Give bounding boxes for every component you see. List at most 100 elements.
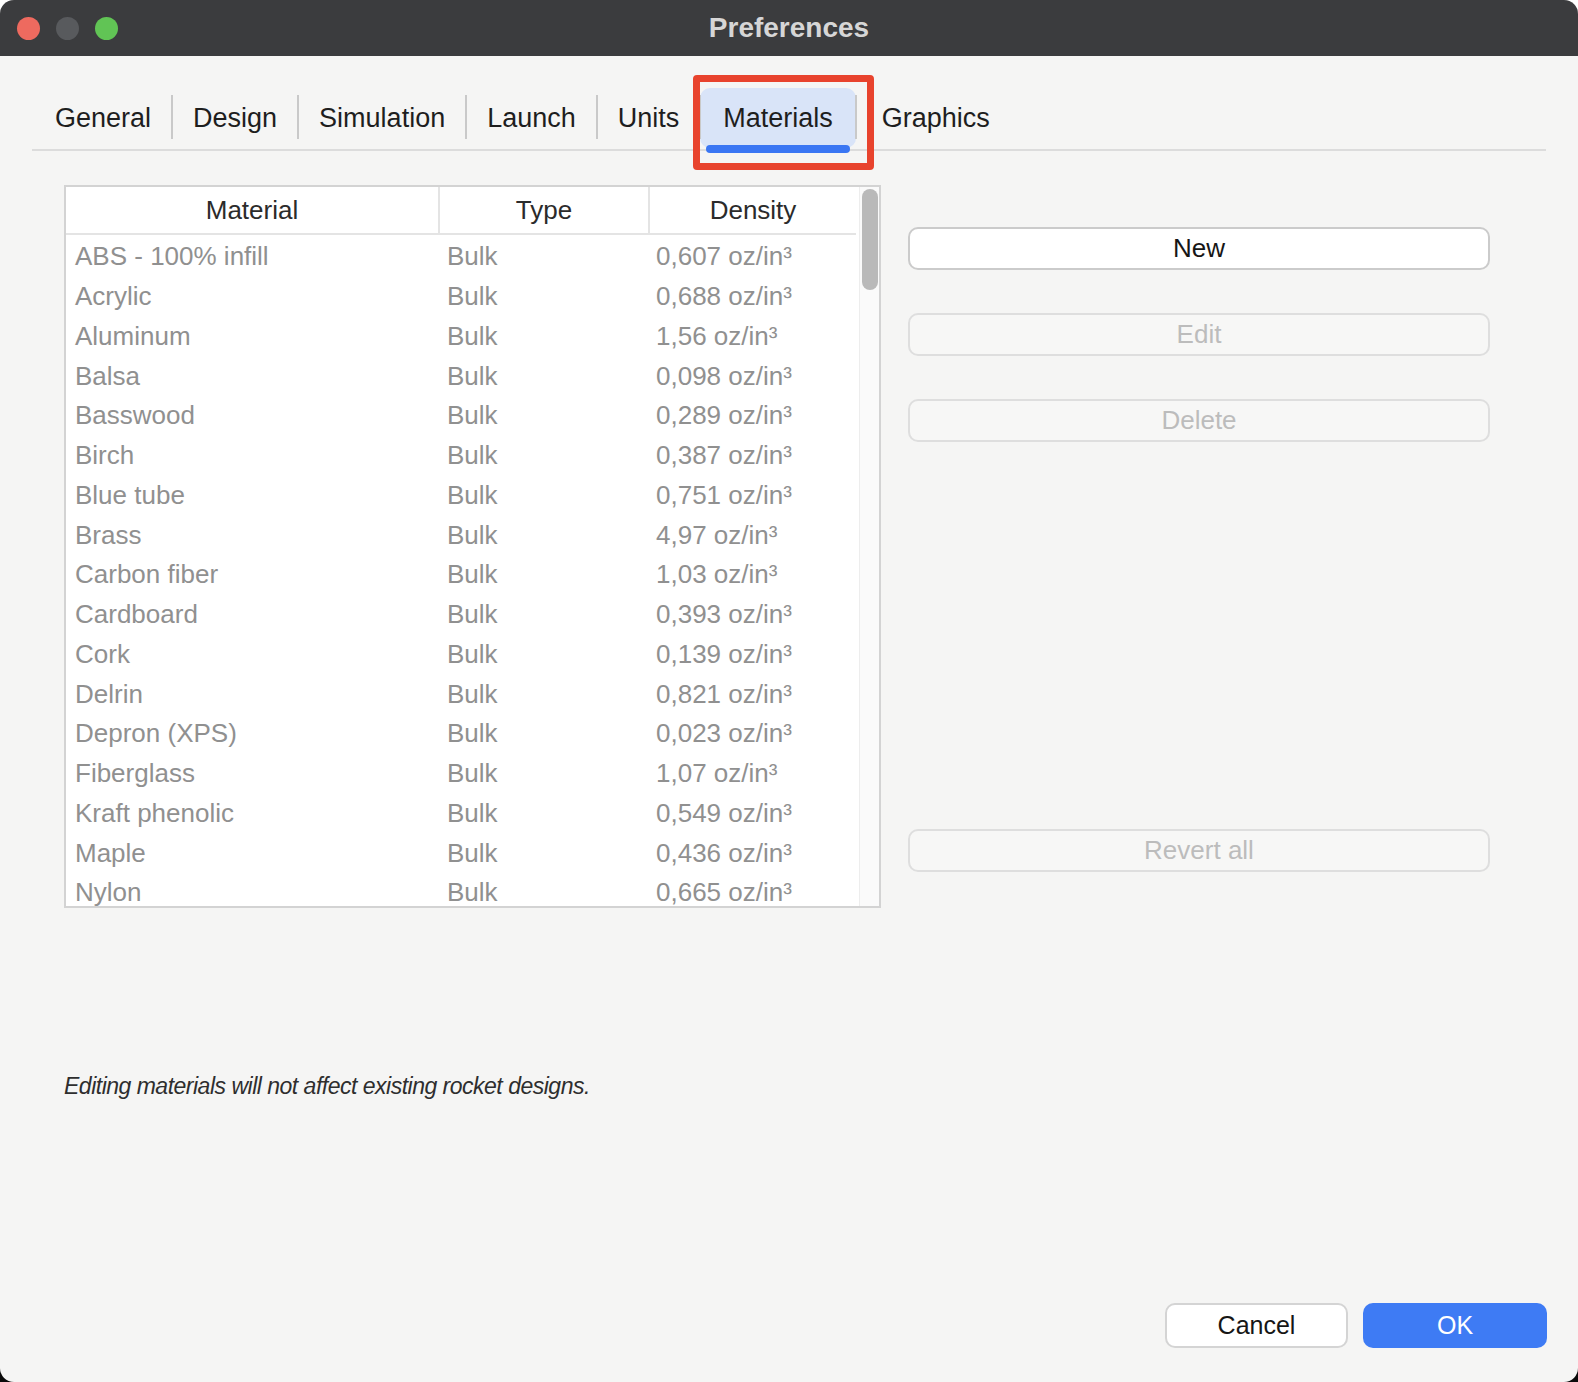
table-row[interactable]: Blue tubeBulk0,751 oz/in³: [66, 476, 859, 516]
cell-density: 0,751 oz/in³: [648, 476, 856, 516]
table-row[interactable]: MapleBulk0,436 oz/in³: [66, 833, 859, 873]
table-row[interactable]: BasswoodBulk0,289 oz/in³: [66, 396, 859, 436]
cell-type: Bulk: [438, 674, 648, 714]
zoom-button[interactable]: [95, 17, 118, 40]
tab-general[interactable]: General: [34, 88, 172, 148]
cell-type: Bulk: [438, 754, 648, 794]
cell-material: Blue tube: [66, 476, 438, 516]
tab-design[interactable]: Design: [172, 88, 298, 148]
cell-density: 0,688 oz/in³: [648, 277, 856, 317]
cell-type: Bulk: [438, 476, 648, 516]
ok-button[interactable]: OK: [1363, 1303, 1547, 1348]
cell-density: 0,436 oz/in³: [648, 833, 856, 873]
titlebar: Preferences: [0, 0, 1578, 56]
materials-table-body: ABS - 100% infillBulk0,607 oz/in³Acrylic…: [66, 237, 859, 906]
annotation-rectangle: [693, 75, 874, 170]
table-row[interactable]: CorkBulk0,139 oz/in³: [66, 635, 859, 675]
cell-material: Cork: [66, 635, 438, 675]
cell-material: Basswood: [66, 396, 438, 436]
edit-button[interactable]: Edit: [908, 313, 1490, 356]
scrollbar-thumb[interactable]: [862, 189, 878, 290]
cell-density: 0,387 oz/in³: [648, 436, 856, 476]
table-row[interactable]: ABS - 100% infillBulk0,607 oz/in³: [66, 237, 859, 277]
table-row[interactable]: Carbon fiberBulk1,03 oz/in³: [66, 555, 859, 595]
cell-type: Bulk: [438, 595, 648, 635]
cell-density: 0,098 oz/in³: [648, 356, 856, 396]
table-row[interactable]: AcrylicBulk0,688 oz/in³: [66, 277, 859, 317]
cell-density: 0,665 oz/in³: [648, 873, 856, 906]
cell-type: Bulk: [438, 515, 648, 555]
tab-label: Simulation: [319, 103, 445, 134]
cancel-button[interactable]: Cancel: [1165, 1303, 1348, 1348]
cell-density: 1,56 oz/in³: [648, 317, 856, 357]
cell-type: Bulk: [438, 317, 648, 357]
cell-material: Nylon: [66, 873, 438, 906]
cell-type: Bulk: [438, 237, 648, 277]
minimize-button[interactable]: [56, 17, 79, 40]
table-row[interactable]: FiberglassBulk1,07 oz/in³: [66, 754, 859, 794]
cell-type: Bulk: [438, 794, 648, 834]
tab-label: Design: [193, 103, 277, 134]
cell-type: Bulk: [438, 356, 648, 396]
table-row[interactable]: Depron (XPS)Bulk0,023 oz/in³: [66, 714, 859, 754]
column-header-type[interactable]: Type: [438, 187, 648, 235]
cell-density: 0,393 oz/in³: [648, 595, 856, 635]
cell-type: Bulk: [438, 396, 648, 436]
cell-material: Carbon fiber: [66, 555, 438, 595]
cell-material: Delrin: [66, 674, 438, 714]
cell-type: Bulk: [438, 436, 648, 476]
cell-material: Kraft phenolic: [66, 794, 438, 834]
tab-units[interactable]: Units: [597, 88, 701, 148]
materials-table: Material Type Density ABS - 100% infillB…: [64, 185, 881, 908]
materials-note: Editing materials will not affect existi…: [64, 1073, 590, 1100]
cell-density: 0,821 oz/in³: [648, 674, 856, 714]
table-row[interactable]: NylonBulk0,665 oz/in³: [66, 873, 859, 906]
cell-type: Bulk: [438, 873, 648, 906]
delete-button[interactable]: Delete: [908, 399, 1490, 442]
cell-type: Bulk: [438, 635, 648, 675]
column-header-material[interactable]: Material: [66, 187, 438, 235]
scrollbar-track[interactable]: [859, 187, 879, 906]
table-row[interactable]: BrassBulk4,97 oz/in³: [66, 515, 859, 555]
cell-density: 0,549 oz/in³: [648, 794, 856, 834]
tab-label: Units: [618, 103, 680, 134]
cell-density: 4,97 oz/in³: [648, 515, 856, 555]
cell-material: Acrylic: [66, 277, 438, 317]
tab-simulation[interactable]: Simulation: [298, 88, 466, 148]
cell-type: Bulk: [438, 833, 648, 873]
cell-type: Bulk: [438, 555, 648, 595]
tab-launch[interactable]: Launch: [466, 88, 597, 148]
cell-density: 0,289 oz/in³: [648, 396, 856, 436]
table-row[interactable]: BirchBulk0,387 oz/in³: [66, 436, 859, 476]
table-header: Material Type Density: [66, 187, 859, 235]
cell-density: 1,07 oz/in³: [648, 754, 856, 794]
window-title: Preferences: [0, 0, 1578, 56]
column-header-density[interactable]: Density: [648, 187, 856, 235]
table-row[interactable]: AluminumBulk1,56 oz/in³: [66, 317, 859, 357]
cell-material: Brass: [66, 515, 438, 555]
cell-density: 0,607 oz/in³: [648, 237, 856, 277]
cell-material: Birch: [66, 436, 438, 476]
tab-label: General: [55, 103, 151, 134]
cell-type: Bulk: [438, 277, 648, 317]
cell-material: ABS - 100% infill: [66, 237, 438, 277]
table-row[interactable]: CardboardBulk0,393 oz/in³: [66, 595, 859, 635]
new-button[interactable]: New: [908, 227, 1490, 270]
table-row[interactable]: DelrinBulk0,821 oz/in³: [66, 674, 859, 714]
close-button[interactable]: [17, 17, 40, 40]
table-row[interactable]: Kraft phenolicBulk0,549 oz/in³: [66, 794, 859, 834]
tab-label: Launch: [487, 103, 576, 134]
table-row[interactable]: BalsaBulk0,098 oz/in³: [66, 356, 859, 396]
preferences-window: Preferences General Design Simulation La…: [0, 0, 1578, 1382]
cell-density: 0,023 oz/in³: [648, 714, 856, 754]
cell-material: Depron (XPS): [66, 714, 438, 754]
cell-material: Balsa: [66, 356, 438, 396]
revert-all-button[interactable]: Revert all: [908, 829, 1490, 872]
cell-material: Fiberglass: [66, 754, 438, 794]
cell-material: Aluminum: [66, 317, 438, 357]
cell-material: Cardboard: [66, 595, 438, 635]
traffic-lights: [17, 0, 118, 56]
tab-graphics[interactable]: Graphics: [861, 88, 1011, 148]
cell-density: 1,03 oz/in³: [648, 555, 856, 595]
cell-density: 0,139 oz/in³: [648, 635, 856, 675]
